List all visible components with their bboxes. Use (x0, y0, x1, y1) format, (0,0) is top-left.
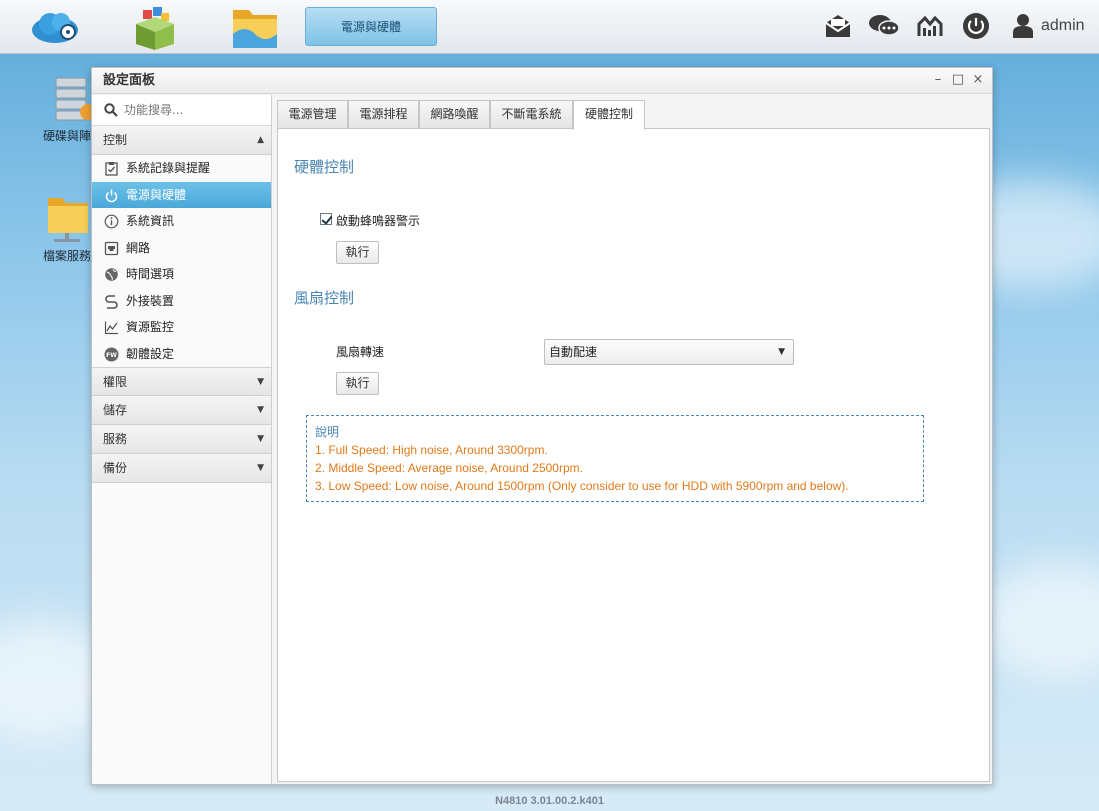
search-box (92, 95, 271, 126)
tab-hardware-control[interactable]: 硬體控制 (573, 100, 645, 130)
maximize-button[interactable]: □ (951, 73, 965, 87)
globe-clock-icon (105, 268, 118, 281)
fan-speed-value: 自動配速 (549, 345, 598, 359)
section-label: 服務 (103, 432, 128, 446)
sidebar-item-label: 時間選項 (126, 267, 175, 281)
section-label: 權限 (103, 375, 128, 389)
minimize-button[interactable]: – (931, 73, 945, 87)
info-line: 3. Low Speed: Low noise, Around 1500rpm … (315, 479, 849, 493)
section-storage[interactable]: 儲存 ▼ (92, 396, 271, 425)
sidebar-item-label: 外接裝置 (126, 293, 175, 308)
buzzer-label: 啟動蜂鳴器警示 (336, 214, 421, 228)
chevron-down-icon: ▼ (257, 405, 264, 415)
section-label: 控制 (103, 133, 128, 147)
info-icon (104, 214, 119, 229)
active-task-button[interactable]: 電源與硬體 (305, 7, 437, 46)
buzzer-checkbox[interactable] (320, 213, 332, 225)
hardware-control-panel: 硬體控制 啟動蜂鳴器警示 執行 風扇控制 風扇轉速 自動配速 ▼ 執行 說明 1… (277, 128, 990, 782)
sidebar-item-label: 資源監控 (126, 320, 175, 334)
sidebar-item-label: 網路 (126, 240, 151, 255)
section-backup[interactable]: 備份 ▼ (92, 454, 271, 483)
username-label[interactable]: admin (1041, 17, 1085, 35)
info-line: 1. Full Speed: High noise, Around 3300rp… (315, 443, 548, 457)
chevron-down-icon: ▼ (257, 434, 264, 444)
background-cloud (980, 560, 1099, 680)
sidebar-item-resource-monitor[interactable]: 資源監控 (92, 314, 271, 341)
clipboard-check-icon (105, 162, 118, 176)
section-label: 備份 (103, 461, 128, 475)
sidebar-item-external-devices[interactable]: 外接裝置 (92, 288, 271, 315)
sidebar-item-network[interactable]: 網路 (92, 235, 271, 262)
chevron-down-icon: ▼ (257, 463, 264, 473)
tab-power-schedule[interactable]: 電源排程 (348, 100, 419, 129)
power-icon (105, 189, 118, 202)
folder-share-icon (48, 198, 88, 242)
chevron-down-icon: ▼ (257, 377, 264, 387)
firmware-icon: FW (104, 347, 119, 361)
tab-ups[interactable]: 不斷電系統 (490, 100, 573, 129)
info-note-box: 說明 1. Full Speed: High noise, Around 330… (306, 415, 924, 502)
tab-wake-on-lan[interactable]: 網路喚醒 (419, 100, 490, 129)
tab-power-management[interactable]: 電源管理 (277, 100, 348, 129)
section-services[interactable]: 服務 ▼ (92, 425, 271, 454)
sidebar-item-label: 韌體設定 (126, 346, 175, 361)
sidebar-item-firmware[interactable]: FW 韌體設定 (92, 341, 271, 368)
buzzer-apply-button[interactable]: 執行 (336, 241, 379, 264)
cloud-app-icon[interactable] (30, 4, 80, 50)
svg-text:FW: FW (106, 352, 117, 359)
app-center-icon[interactable] (130, 4, 180, 50)
search-icon (104, 103, 118, 117)
section-control[interactable]: 控制 ▲ (92, 126, 271, 155)
settings-window: 設定面板 – □ × 控制 ▲ 系統記錄與提醒 (91, 67, 993, 785)
section-permissions[interactable]: 權限 ▼ (92, 367, 271, 396)
line-chart-icon (104, 321, 118, 335)
fan-section-title: 風扇控制 (294, 289, 355, 307)
content-area: 電源管理 電源排程 網路喚醒 不斷電系統 硬體控制 硬體控制 啟動蜂鳴器警示 執… (274, 95, 992, 784)
close-button[interactable]: × (971, 73, 985, 87)
user-icon[interactable] (1011, 12, 1035, 42)
window-title: 設定面板 (92, 68, 992, 94)
sidebar: 控制 ▲ 系統記錄與提醒 電源與硬體 系統資訊 (92, 95, 272, 784)
hardware-section-title: 硬體控制 (294, 158, 355, 176)
fan-speed-label: 風扇轉速 (336, 345, 385, 359)
section-label: 儲存 (103, 403, 128, 417)
info-heading: 說明 (315, 425, 340, 439)
search-input[interactable] (124, 101, 264, 119)
fan-speed-select[interactable]: 自動配速 ▼ (544, 339, 794, 365)
sidebar-item-label: 系統資訊 (126, 214, 175, 228)
chevron-up-icon: ▲ (257, 135, 264, 145)
chevron-down-icon: ▼ (778, 347, 785, 357)
sidebar-item-label: 系統記錄與提醒 (126, 161, 211, 175)
taskbar: 電源與硬體 admin (0, 0, 1099, 54)
fan-apply-button[interactable]: 執行 (336, 372, 379, 395)
chat-icon[interactable] (868, 12, 900, 42)
sidebar-item-label: 電源與硬體 (126, 187, 187, 202)
usb-cable-icon (105, 294, 118, 309)
sidebar-item-power-hardware[interactable]: 電源與硬體 (92, 181, 271, 208)
info-line: 2. Middle Speed: Average noise, Around 2… (315, 461, 583, 475)
sidebar-item-system-log[interactable]: 系統記錄與提醒 (92, 155, 271, 182)
mail-icon[interactable] (824, 12, 852, 42)
network-port-icon (104, 241, 119, 255)
version-label: N4810 3.01.00.2.k401 (495, 795, 604, 807)
sidebar-item-system-info[interactable]: 系統資訊 (92, 208, 271, 235)
file-manager-icon[interactable] (230, 4, 280, 50)
sidebar-item-time[interactable]: 時間選項 (92, 261, 271, 288)
power-icon[interactable] (962, 12, 990, 42)
tools-icon[interactable] (916, 12, 944, 42)
